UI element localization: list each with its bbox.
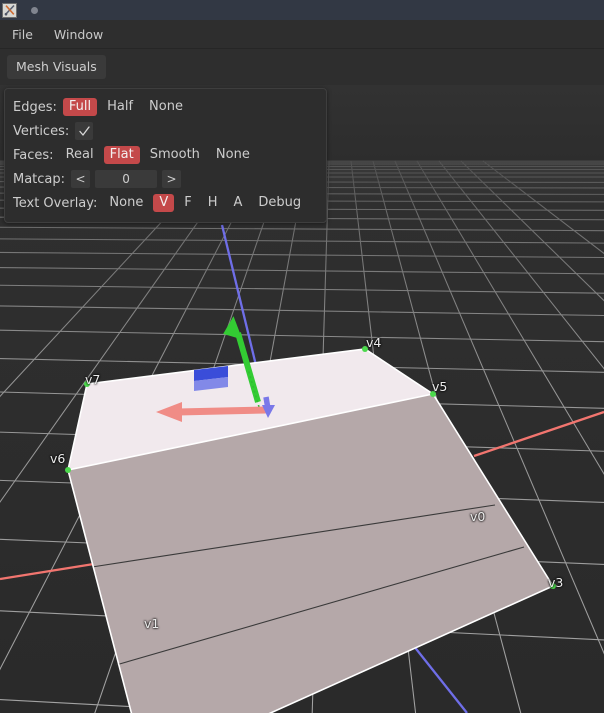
label-edges: Edges: xyxy=(13,99,57,115)
modified-indicator-dot xyxy=(31,6,38,14)
vertex-dot-v7 xyxy=(84,381,90,387)
text-overlay-option-v[interactable]: V xyxy=(153,194,175,212)
row-matcap: Matcap: < 0 > xyxy=(13,167,318,191)
matcap-next-button[interactable]: > xyxy=(162,170,182,188)
matcap-value-field[interactable]: 0 xyxy=(95,170,158,188)
app-icon xyxy=(2,2,17,18)
vertex-dot-v4 xyxy=(362,346,368,352)
vertex-dot-v6 xyxy=(65,467,71,473)
tab-mesh-visuals[interactable]: Mesh Visuals xyxy=(7,55,106,79)
edges-option-full[interactable]: Full xyxy=(62,98,98,116)
menu-window[interactable]: Window xyxy=(45,24,112,45)
text-overlay-option-debug[interactable]: Debug xyxy=(252,194,307,212)
tab-strip: Mesh Visuals xyxy=(0,49,604,85)
menu-bar: File Window xyxy=(0,20,604,49)
label-text-overlay: Text Overlay: xyxy=(13,195,98,211)
text-overlay-option-a[interactable]: A xyxy=(228,194,249,212)
faces-option-flat[interactable]: Flat xyxy=(103,146,140,164)
matcap-prev-button[interactable]: < xyxy=(71,170,91,188)
menu-file[interactable]: File xyxy=(3,24,42,45)
check-icon xyxy=(79,125,90,136)
row-faces: Faces: Real Flat Smooth None xyxy=(13,143,318,167)
edges-option-half[interactable]: Half xyxy=(101,98,139,116)
label-faces: Faces: xyxy=(13,147,54,163)
edges-option-none[interactable]: None xyxy=(143,98,189,116)
label-matcap: Matcap: xyxy=(13,171,66,187)
vertices-checkbox[interactable] xyxy=(75,122,94,140)
row-edges: Edges: Full Half None xyxy=(13,95,318,119)
faces-option-none[interactable]: None xyxy=(210,146,256,164)
row-vertices: Vertices: xyxy=(13,119,318,143)
application-window: File Window Mesh Visuals v0 v1 v3 v4 v5 … xyxy=(0,0,604,713)
title-bar xyxy=(0,0,604,20)
row-text-overlay: Text Overlay: None V F H A Debug xyxy=(13,191,318,215)
faces-option-smooth[interactable]: Smooth xyxy=(144,146,206,164)
text-overlay-option-h[interactable]: H xyxy=(202,194,224,212)
text-overlay-option-none[interactable]: None xyxy=(103,194,149,212)
vertex-dot-v3 xyxy=(550,583,556,589)
gizmo-plane-handle-xz[interactable] xyxy=(194,366,228,391)
faces-option-real[interactable]: Real xyxy=(60,146,100,164)
vertex-dot-v5 xyxy=(430,391,436,397)
mesh-visuals-panel: Edges: Full Half None Vertices: Faces: R… xyxy=(4,88,327,223)
text-overlay-option-f[interactable]: F xyxy=(178,194,197,212)
label-vertices: Vertices: xyxy=(13,123,70,139)
